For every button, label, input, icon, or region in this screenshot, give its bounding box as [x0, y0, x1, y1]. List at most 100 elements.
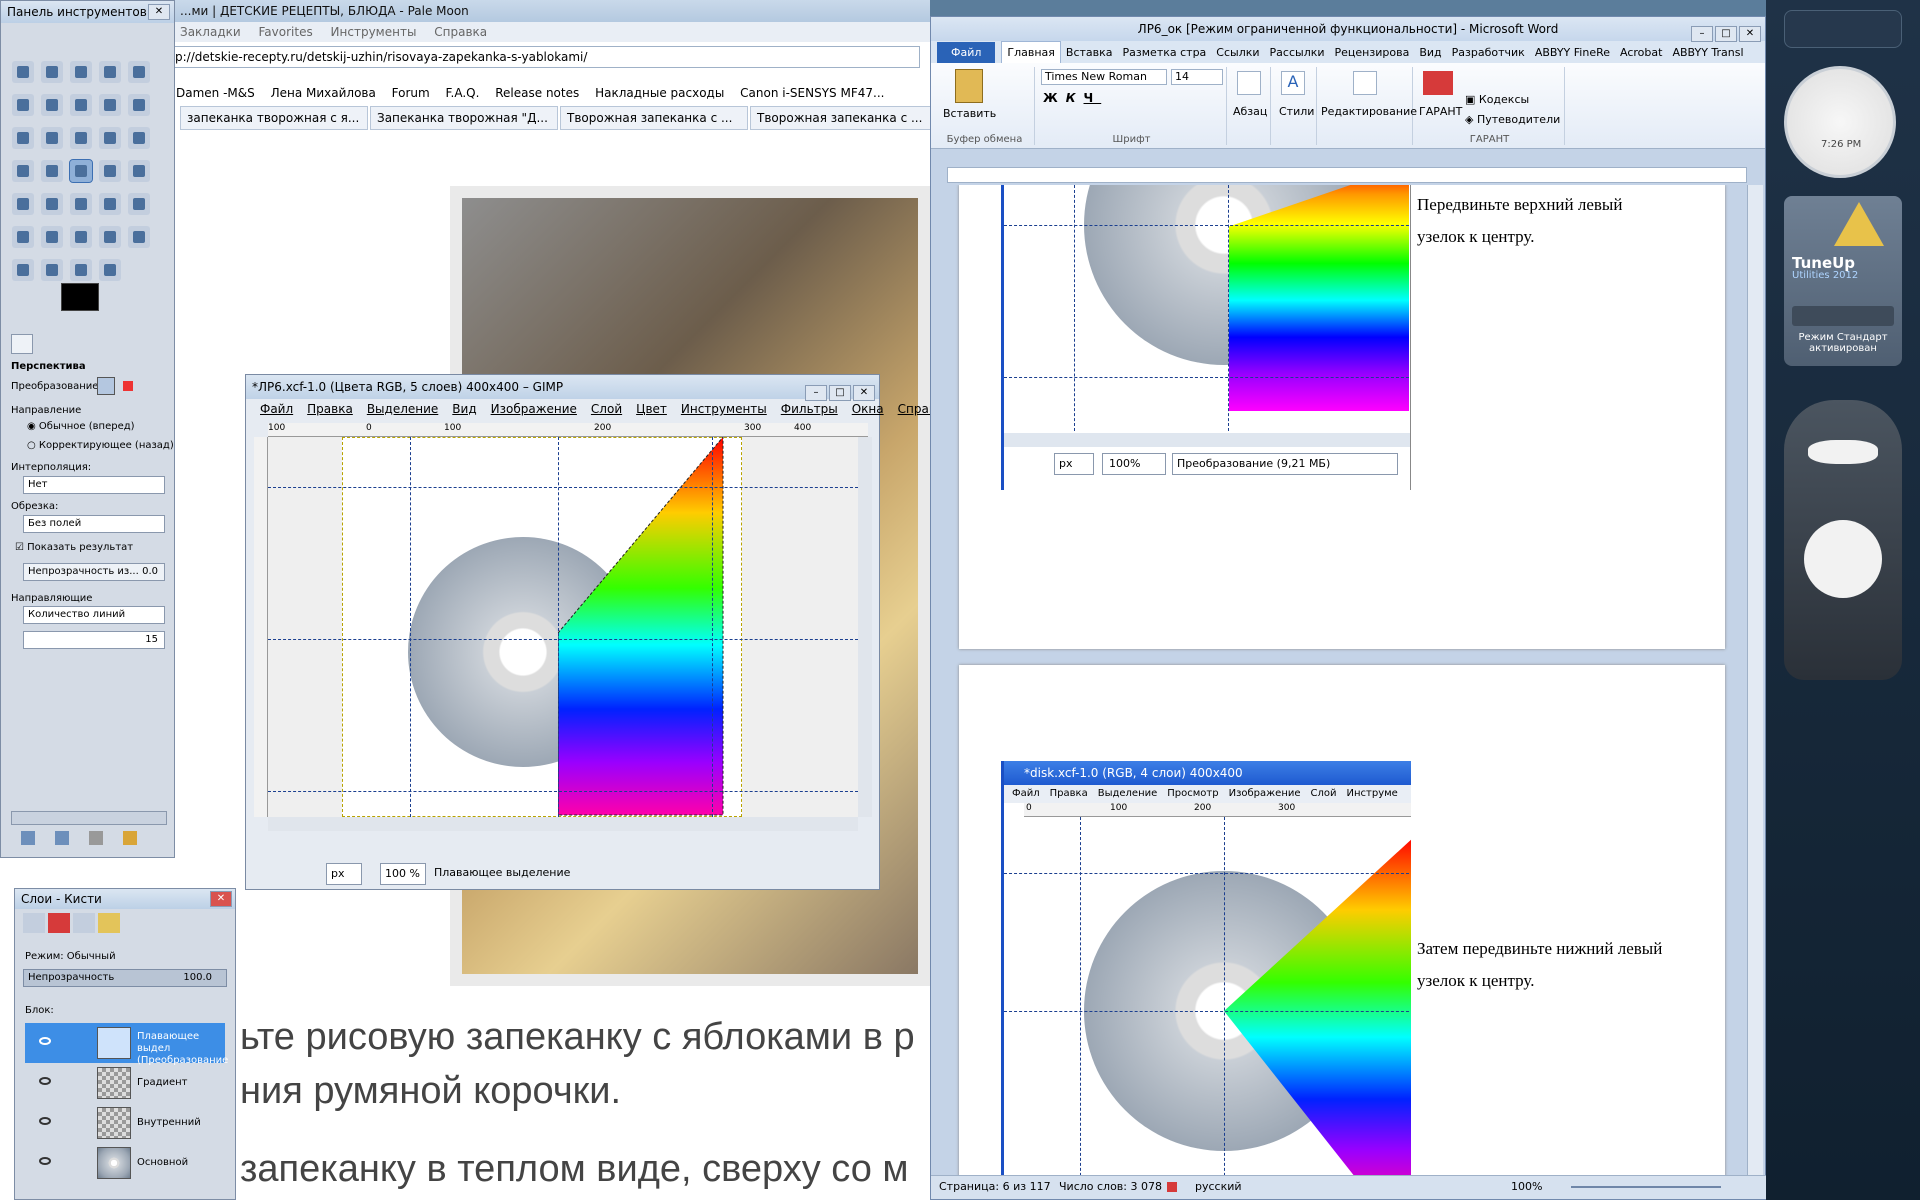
menu-tools[interactable]: Инструменты [331, 25, 417, 39]
layer-row[interactable]: Внутренний [25, 1103, 225, 1143]
measure-tool-icon[interactable] [12, 127, 34, 149]
layer-opacity-slider[interactable]: Непрозрачность 100.0 [23, 969, 227, 987]
bookmark-item[interactable]: Накладные расходы [595, 86, 724, 100]
rect-select-tool-icon[interactable] [12, 61, 34, 83]
font-size-select[interactable]: 14 [1171, 69, 1223, 85]
guides-select[interactable]: Количество линий [23, 606, 165, 624]
images-tab-icon[interactable] [23, 913, 45, 933]
transform-selection-icon[interactable] [123, 381, 133, 391]
ink-tool-icon[interactable] [70, 226, 92, 248]
unit-select[interactable]: px [326, 863, 362, 885]
save-options-icon[interactable] [21, 831, 35, 845]
status-language[interactable]: русский [1195, 1176, 1242, 1198]
close-icon[interactable]: ✕ [210, 891, 232, 907]
menu-edit[interactable]: Правка [307, 402, 353, 416]
zoom-tool-icon[interactable] [128, 94, 150, 116]
menu-select[interactable]: Выделение [367, 402, 438, 416]
styles-button[interactable]: Стили [1279, 105, 1314, 118]
dodge-burn-tool-icon[interactable] [99, 259, 121, 281]
pencil-tool-icon[interactable] [99, 193, 121, 215]
menu-layer[interactable]: Слой [591, 402, 622, 416]
tab-developer[interactable]: Разработчик [1447, 42, 1530, 64]
garant-button[interactable]: ГАРАНТ [1419, 105, 1462, 118]
direction-forward-radio[interactable]: ◉ Обычное (вперед) [27, 421, 135, 432]
image-canvas[interactable] [268, 437, 858, 817]
scale-tool-icon[interactable] [12, 160, 34, 182]
paragraph-button[interactable]: Абзац [1233, 105, 1267, 118]
tab-mailings[interactable]: Рассылки [1265, 42, 1330, 64]
eye-icon[interactable] [39, 1037, 51, 1045]
status-words[interactable]: Число слов: 3 078 [1059, 1176, 1162, 1198]
paste-button[interactable]: Вставить [943, 107, 996, 120]
tool-options-tab-icon[interactable] [11, 334, 33, 354]
paragraph-icon[interactable] [1237, 71, 1261, 95]
zoom-select[interactable]: 100 % [380, 863, 426, 885]
bookmark-item[interactable]: Forum [392, 86, 430, 100]
lasso-tool-icon[interactable] [70, 61, 92, 83]
color-picker-tool-icon[interactable] [99, 94, 121, 116]
tab-abbyy-translate[interactable]: ABBYY Transl [1667, 42, 1748, 64]
address-bar[interactable]: p://detskie-recepty.ru/detskij-uzhin/ris… [170, 46, 920, 68]
bookmark-item[interactable]: Лена Михайлова [271, 86, 376, 100]
bookmark-item[interactable]: Release notes [495, 86, 579, 100]
bucket-fill-tool-icon[interactable] [41, 193, 63, 215]
rotate-tool-icon[interactable] [128, 127, 150, 149]
ellipse-select-tool-icon[interactable] [41, 61, 63, 83]
clone-tool-icon[interactable] [99, 226, 121, 248]
toolbox-scrollbar[interactable] [11, 811, 167, 825]
menu-view[interactable]: Вид [452, 402, 476, 416]
layer-mode-select[interactable]: Режим: Обычный [25, 951, 116, 962]
editing-icon[interactable] [1353, 71, 1377, 95]
move-tool-icon[interactable] [41, 127, 63, 149]
layer-row[interactable]: Основной [25, 1143, 225, 1183]
menu-tools[interactable]: Инструменты [681, 402, 767, 416]
perspective-tool-icon[interactable] [69, 159, 93, 183]
guides-button[interactable]: ◈ Путеводители [1465, 113, 1560, 126]
paths-tool-icon[interactable] [70, 94, 92, 116]
browser-tab[interactable]: Запеканка творожная "Д... [370, 106, 558, 130]
zoom-slider[interactable] [1571, 1186, 1721, 1188]
shear-tool-icon[interactable] [41, 160, 63, 182]
perspective-clone-tool-icon[interactable] [12, 259, 34, 281]
menu-color[interactable]: Цвет [636, 402, 667, 416]
maximize-icon[interactable]: □ [829, 385, 851, 401]
guide-lines-count[interactable]: 15 [23, 631, 165, 649]
menu-image[interactable]: Изображение [491, 402, 577, 416]
blur-tool-icon[interactable] [41, 259, 63, 281]
maximize-icon[interactable]: □ [1715, 26, 1737, 42]
garant-logo-icon[interactable] [1423, 71, 1453, 95]
scissors-tool-icon[interactable] [12, 94, 34, 116]
delete-options-icon[interactable] [89, 831, 103, 845]
menu-filters[interactable]: Фильтры [781, 402, 838, 416]
tab-acrobat[interactable]: Acrobat [1615, 42, 1667, 64]
eraser-tool-icon[interactable] [12, 226, 34, 248]
smudge-tool-icon[interactable] [70, 259, 92, 281]
eye-icon[interactable] [39, 1117, 51, 1125]
transform-layer-icon[interactable] [97, 377, 115, 395]
blend-tool-icon[interactable] [70, 193, 92, 215]
eye-icon[interactable] [39, 1077, 51, 1085]
close-icon[interactable]: ✕ [1739, 26, 1761, 42]
codecs-button[interactable]: ▣ Кодексы [1465, 93, 1529, 106]
browser-tab[interactable]: Творожная запеканка с ... [560, 106, 748, 130]
vertical-scrollbar[interactable] [858, 437, 872, 817]
fuzzy-select-tool-icon[interactable] [99, 61, 121, 83]
preview-opacity-field[interactable]: Непрозрачность из... 0.0 [23, 563, 165, 581]
tab-view[interactable]: Вид [1414, 42, 1446, 64]
close-icon[interactable]: ✕ [853, 385, 875, 401]
align-tool-icon[interactable] [70, 127, 92, 149]
bookmark-item[interactable]: Damen -M&S [176, 86, 255, 100]
editing-button[interactable]: Редактирование [1321, 105, 1417, 118]
tab-insert[interactable]: Вставка [1061, 42, 1118, 64]
close-icon[interactable]: ✕ [148, 4, 170, 20]
tab-abbyy-finereader[interactable]: ABBYY FineRe [1530, 42, 1615, 64]
bookmark-item[interactable]: Canon i-SENSYS MF47... [740, 86, 884, 100]
tuneup-mode-switch[interactable] [1792, 306, 1894, 326]
bookmark-item[interactable]: F.A.Q. [446, 86, 480, 100]
restore-options-icon[interactable] [55, 831, 69, 845]
tab-references[interactable]: Ссылки [1211, 42, 1264, 64]
horizontal-scrollbar[interactable] [268, 817, 858, 831]
menu-favorites[interactable]: Favorites [259, 25, 313, 39]
crop-tool-icon[interactable] [99, 127, 121, 149]
direction-backward-radio[interactable]: ○ Корректирующее (назад) [27, 440, 174, 451]
